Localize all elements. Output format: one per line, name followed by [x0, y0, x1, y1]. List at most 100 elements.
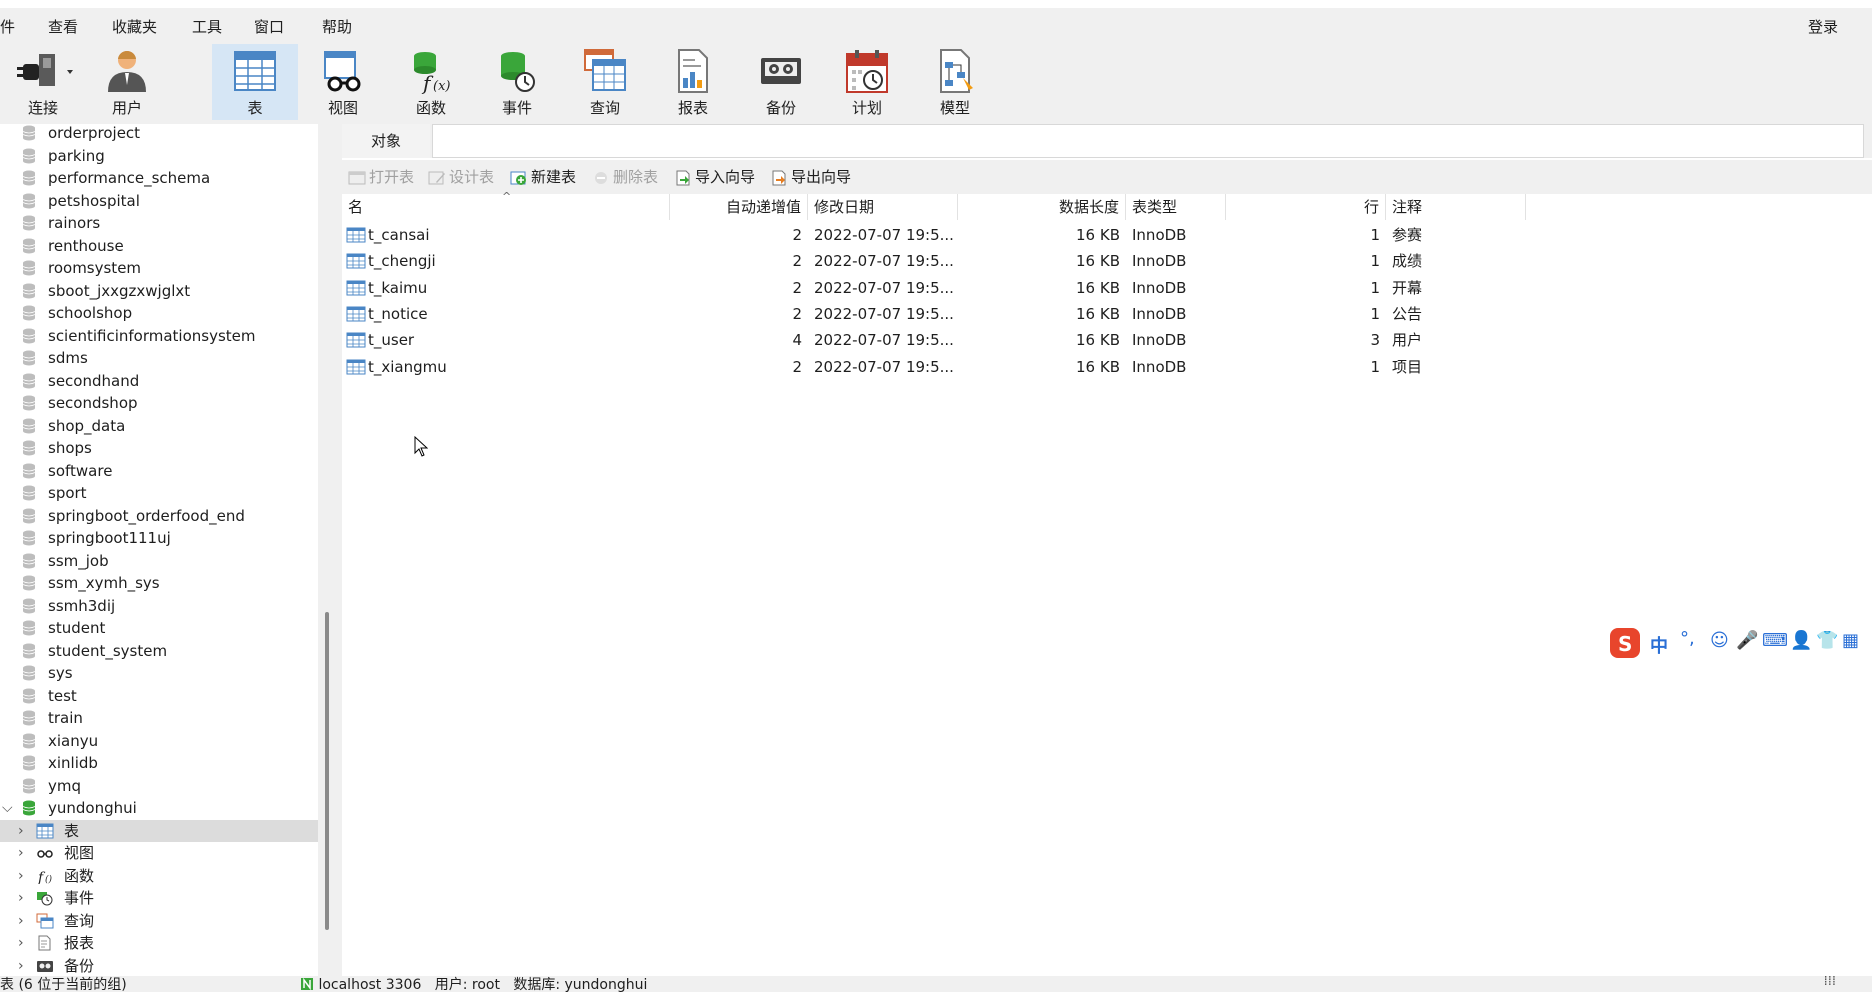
sidebar-object-group[interactable]: › 视图 — [0, 842, 318, 864]
sidebar-db-item[interactable]: roomsystem — [0, 257, 318, 279]
table-row[interactable]: t_notice 2 2022-07-07 19:5... 16 KB InnoDB 1 公… — [342, 301, 1526, 327]
sidebar-db-item[interactable]: shops — [0, 437, 318, 459]
sidebar-db-item[interactable]: schoolshop — [0, 302, 318, 324]
sidebar-db-item[interactable]: software — [0, 460, 318, 482]
sidebar-object-group[interactable]: › 报表 — [0, 932, 318, 954]
sidebar-db-item[interactable]: train — [0, 707, 318, 729]
sidebar-db-item[interactable]: scientificinformationsystem — [0, 325, 318, 347]
backup-tool-button[interactable]: 备份 — [738, 44, 824, 120]
sidebar-db-item[interactable]: sboot_jxxgzxwjglxt — [0, 280, 318, 302]
sogou-logo-icon[interactable]: S — [1608, 626, 1644, 660]
report-tool-button[interactable]: 报表 — [650, 44, 736, 120]
tab-objects[interactable]: 对象 — [342, 124, 430, 158]
chevron-right-icon[interactable]: › — [18, 955, 24, 977]
sidebar-db-item[interactable]: ssmh3dij — [0, 595, 318, 617]
table-row[interactable]: t_chengji 2 2022-07-07 19:5... 16 KB InnoDB 1… — [342, 248, 1526, 274]
sidebar-db-item[interactable]: ymq — [0, 775, 318, 797]
table-cell-rows: 1 — [1370, 226, 1380, 244]
view-tool-button[interactable]: 视图 — [300, 44, 386, 120]
sidebar-db-item[interactable]: ssm_xymh_sys — [0, 572, 318, 594]
sidebar-db-item[interactable]: rainors — [0, 212, 318, 234]
ime-voice-icon[interactable]: 🎤 — [1736, 630, 1758, 651]
menu-view[interactable]: 查看 — [48, 16, 78, 37]
sidebar-db-item[interactable]: ssm_job — [0, 550, 318, 572]
sidebar-db-item[interactable]: student_system — [0, 640, 318, 662]
sidebar-db-item[interactable]: xianyu — [0, 730, 318, 752]
sidebar-db-item[interactable]: performance_schema — [0, 167, 318, 189]
sidebar-object-group[interactable]: › f() 函数 — [0, 865, 318, 887]
sidebar-db-item[interactable]: renthouse — [0, 235, 318, 257]
export-wizard-button[interactable]: 导出向导 — [770, 166, 851, 188]
chevron-right-icon[interactable]: › — [18, 842, 24, 864]
design-table-button[interactable]: 设计表 — [428, 166, 494, 188]
table-row[interactable]: t_kaimu 2 2022-07-07 19:5... 16 KB InnoDB 1 开幕 — [342, 275, 1526, 301]
sidebar-db-item[interactable]: test — [0, 685, 318, 707]
table-row[interactable]: t_user 4 2022-07-07 19:5... 16 KB InnoDB 3 用户 — [342, 327, 1526, 353]
menu-window[interactable]: 窗口 — [254, 16, 284, 37]
col-header-comment[interactable]: 注释 — [1386, 194, 1526, 220]
grid-view-icon[interactable]: ⁞⁞⁞ — [1824, 974, 1836, 989]
query-tool-button[interactable]: 查询 — [562, 44, 648, 120]
model-tool-button[interactable]: 模型 — [912, 44, 998, 120]
chevron-right-icon[interactable]: › — [18, 820, 24, 842]
sidebar-db-item[interactable]: secondshop — [0, 392, 318, 414]
table-cell-comment: 项目 — [1392, 357, 1423, 376]
chevron-right-icon[interactable]: › — [18, 887, 24, 909]
sidebar-db-item[interactable]: xinlidb — [0, 752, 318, 774]
sidebar-object-group[interactable]: › 备份 — [0, 955, 318, 977]
sidebar-object-group[interactable]: › 事件 — [0, 887, 318, 909]
table-cell-comment: 公告 — [1392, 304, 1423, 323]
table-tool-button[interactable]: 表 — [212, 44, 298, 120]
sidebar-object-group[interactable]: › 表 — [0, 819, 318, 842]
sidebar-db-item[interactable]: shop_data — [0, 415, 318, 437]
col-header-engine[interactable]: 表类型 — [1126, 194, 1226, 220]
table-row[interactable]: t_cansai 2 2022-07-07 19:5... 16 KB InnoDB 1 参… — [342, 222, 1526, 248]
chevron-right-icon[interactable]: › — [18, 865, 24, 887]
menu-file[interactable]: 件 — [0, 16, 15, 37]
sidebar-db-item[interactable]: sys — [0, 662, 318, 684]
sidebar-splitter[interactable] — [318, 124, 342, 976]
table-row[interactable]: t_xiangmu 2 2022-07-07 19:5... 16 KB InnoDB 1… — [342, 354, 1526, 380]
col-header-modified[interactable]: 修改日期 — [808, 194, 958, 220]
user-button[interactable]: 用户 — [84, 44, 170, 120]
delete-table-button[interactable]: 删除表 — [592, 166, 658, 188]
ime-lang-toggle[interactable]: 中 — [1650, 632, 1668, 658]
login-button[interactable]: 登录 — [1808, 16, 1838, 37]
chevron-down-icon[interactable]: ⌵ — [2, 797, 13, 819]
ime-user-icon[interactable]: 👤 — [1790, 630, 1812, 651]
sidebar-db-item[interactable]: springboot111uj — [0, 527, 318, 549]
ime-punct-icon[interactable]: °, — [1680, 628, 1695, 649]
chevron-right-icon[interactable]: › — [18, 932, 24, 954]
sidebar-db-item[interactable]: sport — [0, 482, 318, 504]
sidebar-db-item[interactable]: orderproject — [0, 124, 318, 144]
connect-button[interactable]: 连接 — [0, 44, 86, 120]
chevron-right-icon[interactable]: › — [18, 910, 24, 932]
sidebar-db-item[interactable]: petshospital — [0, 190, 318, 212]
col-header-auto-increment[interactable]: 自动递增值 — [670, 194, 808, 220]
menu-help[interactable]: 帮助 — [322, 16, 352, 37]
schedule-tool-button[interactable]: 计划 — [824, 44, 910, 120]
new-table-button[interactable]: 新建表 — [510, 166, 576, 188]
sidebar-object-group[interactable]: › 查询 — [0, 910, 318, 932]
col-header-data-length[interactable]: 数据长度 — [958, 194, 1126, 220]
ime-emoji-icon[interactable]: ☺ — [1710, 630, 1729, 651]
event-tool-button[interactable]: 事件 — [474, 44, 560, 120]
ime-skin-icon[interactable]: 👕 — [1816, 630, 1838, 651]
sidebar-db-item[interactable]: parking — [0, 145, 318, 167]
svg-text:(x): (x) — [433, 79, 450, 94]
table-icon — [346, 253, 366, 269]
function-tool-button[interactable]: f (x) 函数 — [388, 44, 474, 120]
sidebar-db-item-open[interactable]: ⌵ yundonghui — [0, 797, 318, 819]
open-table-button[interactable]: 打开表 — [348, 166, 414, 188]
sidebar-db-item[interactable]: sdms — [0, 347, 318, 369]
sidebar-scrollbar-thumb[interactable] — [325, 612, 329, 930]
sidebar-db-item[interactable]: student — [0, 617, 318, 639]
sidebar-db-item[interactable]: secondhand — [0, 370, 318, 392]
sidebar-db-item[interactable]: springboot_orderfood_end — [0, 505, 318, 527]
col-header-rows[interactable]: 行 — [1226, 194, 1386, 220]
menu-favorites[interactable]: 收藏夹 — [112, 16, 157, 37]
ime-keyboard-icon[interactable]: ⌨ — [1762, 630, 1788, 651]
menu-tools[interactable]: 工具 — [192, 16, 222, 37]
ime-toolbox-icon[interactable]: ▦ — [1842, 630, 1859, 651]
import-wizard-button[interactable]: 导入向导 — [674, 166, 755, 188]
